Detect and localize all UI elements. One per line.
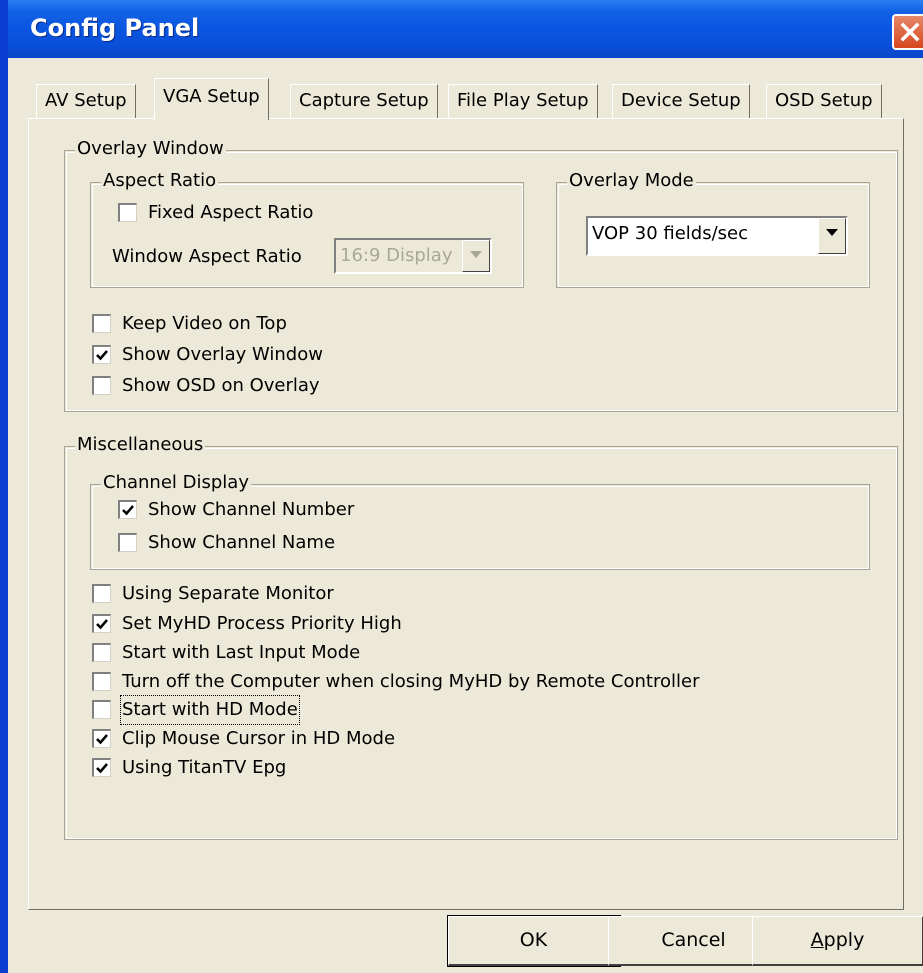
select-value: 16:9 Display (340, 245, 453, 266)
check-icon (122, 505, 134, 516)
checkbox-label: Show OSD on Overlay (122, 375, 320, 396)
button-label: pply (823, 929, 865, 951)
check-icon (96, 619, 108, 630)
tab-label: VGA Setup (163, 86, 260, 107)
checkbox-box[interactable] (92, 700, 111, 719)
overlay-window-legend: Overlay Window (75, 138, 226, 159)
tab-label: Device Setup (621, 90, 741, 111)
miscellaneous-legend: Miscellaneous (75, 434, 206, 455)
aspect-ratio-legend: Aspect Ratio (101, 170, 219, 191)
button-label: Cancel (661, 929, 726, 951)
chevron-down-icon (826, 229, 838, 236)
checkbox-label: Using Separate Monitor (122, 583, 334, 604)
overlay-mode-legend: Overlay Mode (567, 170, 696, 191)
checkbox-label: Turn off the Computer when closing MyHD … (122, 671, 700, 692)
tab-av-setup[interactable]: AV Setup (36, 84, 136, 118)
checkbox-label: Using TitanTV Epg (122, 757, 287, 778)
checkbox-box[interactable] (92, 729, 111, 748)
checkbox-label: Start with HD Mode (120, 695, 300, 725)
tab-label: AV Setup (45, 90, 127, 111)
checkbox-label: Keep Video on Top (122, 313, 287, 334)
config-panel-window: Config Panel AV Setup VGA Setup Capture … (0, 0, 923, 973)
apply-mnemonic: A (810, 929, 824, 951)
checkbox-box[interactable] (92, 643, 111, 662)
checkbox-label: Fixed Aspect Ratio (148, 202, 314, 223)
title-bar[interactable]: Config Panel (8, 0, 923, 58)
tab-device-setup[interactable]: Device Setup (612, 84, 750, 118)
checkbox-label: Start with Last Input Mode (122, 642, 361, 663)
check-icon (96, 350, 108, 361)
close-button[interactable] (892, 14, 923, 50)
checkbox-box[interactable] (92, 376, 111, 395)
check-icon (96, 734, 108, 745)
chevron-down-icon (470, 251, 482, 258)
close-icon (900, 22, 920, 42)
window-aspect-ratio-label: Window Aspect Ratio (112, 246, 302, 267)
window-aspect-ratio-select[interactable]: 16:9 Display (334, 238, 492, 274)
checkbox-box[interactable] (118, 533, 137, 552)
overlay-mode-select[interactable]: VOP 30 fields/sec (586, 216, 848, 256)
checkbox-box[interactable] (118, 203, 137, 222)
tab-vga-setup[interactable]: VGA Setup (154, 78, 269, 120)
checkbox-box[interactable] (92, 584, 111, 603)
checkbox-label: Show Channel Number (148, 499, 355, 520)
apply-button[interactable]: Apply (752, 916, 923, 966)
checkbox-box[interactable] (92, 614, 111, 633)
tab-label: OSD Setup (775, 90, 873, 111)
checkbox-label: Show Overlay Window (122, 344, 323, 365)
select-value: VOP 30 fields/sec (592, 223, 748, 244)
checkbox-box[interactable] (92, 345, 111, 364)
tab-capture-setup[interactable]: Capture Setup (290, 84, 438, 118)
dropdown-button[interactable] (818, 218, 846, 254)
window-title: Config Panel (30, 14, 200, 42)
ok-button[interactable]: OK (447, 915, 621, 967)
check-icon (96, 763, 108, 774)
checkbox-label: Show Channel Name (148, 532, 336, 553)
checkbox-box[interactable] (92, 758, 111, 777)
tab-osd-setup[interactable]: OSD Setup (766, 84, 882, 118)
tab-file-play-setup[interactable]: File Play Setup (448, 84, 598, 118)
checkbox-box[interactable] (118, 500, 137, 519)
tab-label: File Play Setup (457, 90, 589, 111)
checkbox-box[interactable] (92, 314, 111, 333)
button-label: OK (519, 929, 548, 951)
tab-label: Capture Setup (299, 90, 429, 111)
dropdown-button[interactable] (462, 240, 490, 272)
checkbox-label: Set MyHD Process Priority High (122, 613, 402, 634)
checkbox-box[interactable] (92, 672, 111, 691)
channel-display-legend: Channel Display (101, 472, 251, 493)
checkbox-label: Clip Mouse Cursor in HD Mode (122, 728, 396, 749)
